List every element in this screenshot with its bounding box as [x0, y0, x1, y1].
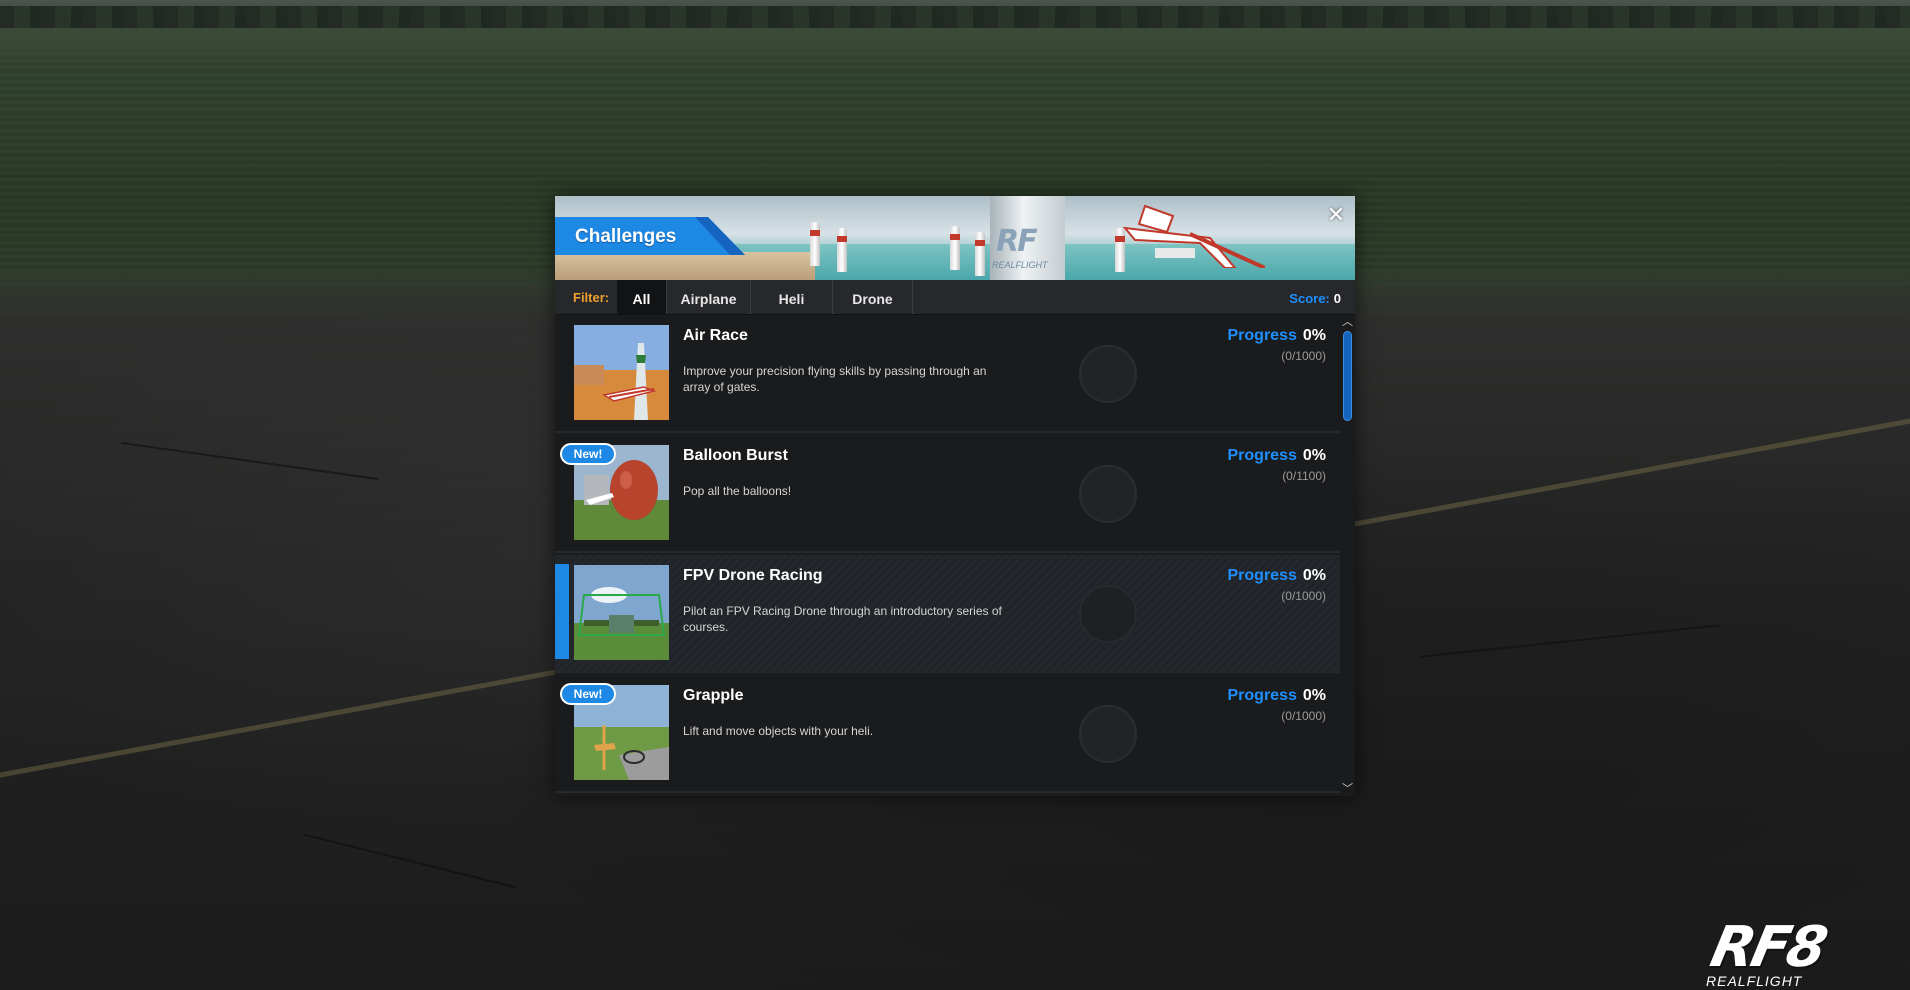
- progress-label: Progress: [1227, 567, 1297, 584]
- dialog-title: Challenges: [575, 226, 677, 247]
- progress-label: Progress: [1227, 327, 1297, 344]
- scroll-down-arrow-icon[interactable]: ﹀: [1340, 782, 1355, 796]
- challenge-title: Balloon Burst: [683, 447, 788, 464]
- challenge-row-air-race[interactable]: Air Race Improve your precision flying s…: [555, 315, 1340, 433]
- progress-ring: [1079, 585, 1137, 643]
- progress-label: Progress: [1227, 447, 1297, 464]
- airplane-illustration: [1122, 204, 1265, 268]
- logo-name: REALFLIGHT: [1706, 973, 1803, 989]
- challenge-row-balloon-burst[interactable]: New! Balloon Burst Pop all the balloons!…: [555, 435, 1340, 553]
- scroll-track[interactable]: [1343, 331, 1352, 780]
- score-display: Score: 0: [1289, 291, 1341, 306]
- progress-summary: Progress 0%: [1228, 447, 1327, 465]
- progress-label: Progress: [1227, 687, 1297, 704]
- challenge-description: Pop all the balloons!: [683, 484, 792, 498]
- progress-value: 0%: [1302, 567, 1326, 584]
- filter-tab-heli[interactable]: Heli: [751, 280, 833, 314]
- challenge-title: Air Race: [683, 327, 748, 344]
- scroll-up-arrow-icon[interactable]: ︿: [1340, 315, 1355, 329]
- progress-value: 0%: [1302, 687, 1326, 704]
- realflight-logo: RF8 REALFLIGHT: [1700, 915, 1910, 990]
- filter-tabs: All Airplane Heli Drone: [617, 280, 913, 314]
- race-pylon: [975, 232, 985, 276]
- progress-count: (0/1000): [1281, 709, 1326, 723]
- fpv-drone-racing-image: [574, 565, 669, 660]
- new-badge: New!: [560, 443, 616, 465]
- race-pylon: [837, 228, 847, 272]
- progress-count: (0/1100): [1282, 469, 1326, 483]
- challenge-row-fpv-drone-racing[interactable]: FPV Drone Racing Pilot an FPV Racing Dro…: [555, 555, 1340, 673]
- progress-ring: [1079, 465, 1137, 523]
- realflight-pylon: RF REALFLIGHT: [990, 196, 1065, 280]
- progress-summary: Progress 0%: [1228, 687, 1327, 705]
- list-scrollbar[interactable]: ︿ ﹀: [1340, 315, 1355, 796]
- filter-tab-drone[interactable]: Drone: [833, 280, 913, 314]
- progress-value: 0%: [1302, 447, 1326, 464]
- filter-tab-airplane[interactable]: Airplane: [667, 280, 751, 314]
- progress-ring: [1079, 705, 1137, 763]
- progress-summary: Progress 0%: [1228, 567, 1327, 585]
- challenge-description: Improve your precision flying skills by …: [683, 364, 987, 394]
- filter-bar: Filter: All Airplane Heli Drone Score: 0: [555, 280, 1355, 315]
- progress-count: (0/1000): [1281, 589, 1326, 603]
- challenge-description: Pilot an FPV Racing Drone through an int…: [683, 604, 1002, 634]
- challenge-list: Air Race Improve your precision flying s…: [555, 315, 1340, 796]
- race-pylon: [810, 222, 820, 266]
- progress-value: 0%: [1302, 327, 1326, 344]
- challenges-title-tab: Challenges: [555, 217, 745, 255]
- logo-mark: RF8: [1705, 915, 1831, 980]
- challenges-dialog: RF REALFLIGHT Challenges ✕ Filter: All A…: [555, 196, 1355, 796]
- progress-summary: Progress 0%: [1228, 327, 1327, 345]
- banner-sand: [555, 252, 815, 280]
- race-pylon: [950, 226, 960, 270]
- filter-tab-all[interactable]: All: [617, 280, 667, 314]
- score-label: Score:: [1289, 291, 1330, 306]
- new-badge: New!: [560, 683, 616, 705]
- progress-ring: [1079, 345, 1137, 403]
- challenge-title: FPV Drone Racing: [683, 567, 823, 584]
- scroll-thumb[interactable]: [1343, 331, 1352, 421]
- close-button[interactable]: ✕: [1325, 204, 1347, 226]
- filter-label: Filter:: [573, 290, 610, 305]
- air-race-image: [574, 325, 669, 420]
- fpv-drone-racing-thumbnail: [574, 565, 669, 660]
- challenge-description: Lift and move objects with your heli.: [683, 724, 874, 738]
- air-race-thumbnail: [574, 325, 669, 420]
- selection-indicator: [555, 564, 569, 659]
- challenge-row-grapple[interactable]: New! Grapple Lift and move objects with …: [555, 675, 1340, 793]
- progress-count: (0/1000): [1281, 349, 1326, 363]
- score-value: 0: [1333, 291, 1341, 306]
- challenges-banner: RF REALFLIGHT Challenges ✕: [555, 196, 1355, 280]
- challenge-title: Grapple: [683, 687, 744, 704]
